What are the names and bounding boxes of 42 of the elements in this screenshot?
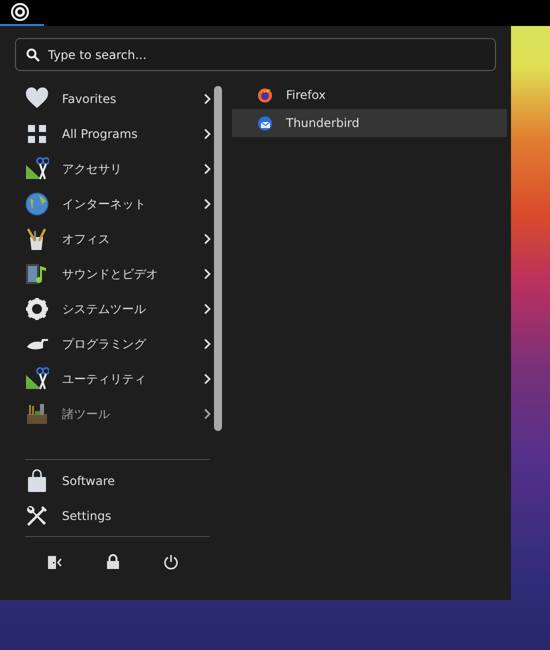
wrench-screwdriver-icon bbox=[25, 504, 49, 528]
scrollbar-thumb[interactable] bbox=[214, 86, 222, 431]
category-item[interactable]: システムツール bbox=[15, 291, 211, 326]
power-icon bbox=[163, 554, 179, 570]
gear-icon bbox=[25, 296, 49, 320]
category-item[interactable]: 諸ツール bbox=[15, 396, 211, 431]
pencil-cup-icon bbox=[25, 226, 49, 250]
application-item[interactable]: Firefox bbox=[232, 81, 507, 109]
search-field[interactable]: Type to search... bbox=[15, 38, 496, 71]
category-item[interactable]: サウンドとビデオ bbox=[15, 256, 211, 291]
category-item[interactable]: プログラミング bbox=[15, 326, 211, 361]
category-item[interactable]: アクセサリ bbox=[15, 151, 211, 186]
category-item[interactable]: インターネット bbox=[15, 186, 211, 221]
globe-icon bbox=[25, 192, 49, 216]
category-item[interactable]: ユーティリティ bbox=[15, 361, 211, 396]
ruler-scissors-icon bbox=[25, 366, 49, 390]
category-item[interactable]: All Programs bbox=[15, 116, 211, 151]
chevron-icon bbox=[203, 338, 211, 350]
chevron-icon bbox=[203, 268, 211, 280]
shortcut-item[interactable]: Settings bbox=[15, 498, 211, 533]
chevron-icon bbox=[203, 232, 211, 244]
chevron-icon bbox=[203, 302, 211, 314]
fox-globe-icon bbox=[257, 87, 273, 103]
logo-icon bbox=[10, 2, 30, 22]
shopping-bag-icon bbox=[25, 468, 49, 492]
chevron-icon bbox=[203, 128, 211, 140]
ruler-scissors-icon bbox=[25, 156, 49, 180]
door-icon bbox=[47, 554, 63, 570]
chevron-icon bbox=[203, 198, 211, 210]
bird-envelope-icon bbox=[257, 115, 273, 131]
chevron-icon bbox=[203, 92, 211, 104]
lock-icon bbox=[106, 554, 120, 570]
toolbox-icon bbox=[25, 402, 49, 426]
shortcut-item[interactable]: Software bbox=[15, 463, 211, 498]
category-item[interactable]: Favorites bbox=[15, 81, 211, 116]
heart-icon bbox=[25, 86, 49, 110]
application-item[interactable]: Thunderbird bbox=[232, 109, 507, 137]
chevron-icon bbox=[203, 408, 211, 420]
film-note-icon bbox=[25, 262, 49, 286]
chevron-icon bbox=[203, 162, 211, 174]
category-item[interactable]: オフィス bbox=[15, 221, 211, 256]
chevron-icon bbox=[203, 372, 211, 384]
